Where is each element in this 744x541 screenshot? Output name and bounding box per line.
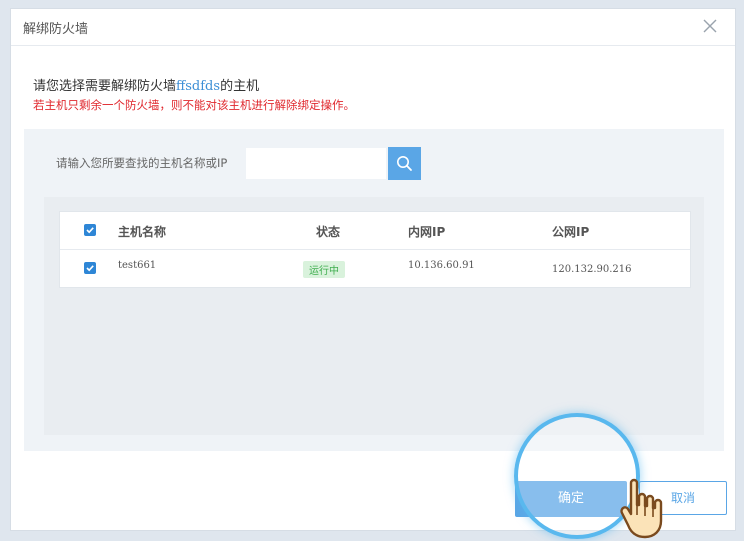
close-icon[interactable] [701,17,719,35]
private-ip-cell: 10.136.60.91 [408,260,475,271]
row-checkbox[interactable] [84,262,96,274]
column-header-public-ip: 公网IP [552,225,590,239]
firewall-name: ffsdfds [176,79,221,94]
table-row[interactable]: test661 运行中 10.136.60.91 120.132.90.216 [60,250,690,287]
check-icon [86,265,94,272]
select-all-checkbox[interactable] [84,224,96,236]
host-selection-panel: 请输入您所要查找的主机名称或IP 主机名称 状态 内网IP 公网IP test6… [24,129,724,451]
dialog-titlebar: 解绑防火墙 [11,9,735,46]
dialog-heading: 请您选择需要解绑防火墙ffsdfds的主机 [33,75,259,94]
check-icon [86,227,94,234]
host-name-cell: test661 [118,260,157,271]
heading-suffix: 的主机 [220,79,260,94]
search-label: 请输入您所要查找的主机名称或IP [56,156,228,170]
confirm-button[interactable]: 确定 [515,481,627,517]
column-header-private-ip: 内网IP [408,225,446,239]
host-table: 主机名称 状态 内网IP 公网IP test661 运行中 10.136.60.… [59,211,691,288]
heading-prefix: 请您选择需要解绑防火墙 [33,79,177,94]
column-header-status: 状态 [316,225,341,239]
table-header-row: 主机名称 状态 内网IP 公网IP [60,212,690,250]
public-ip-cell: 120.132.90.216 [552,264,632,275]
status-badge: 运行中 [303,261,345,278]
table-container: 主机名称 状态 内网IP 公网IP test661 运行中 10.136.60.… [44,197,704,435]
unbind-firewall-dialog: 解绑防火墙 请您选择需要解绑防火墙ffsdfds的主机 若主机只剩余一个防火墙，… [10,8,736,539]
search-button[interactable] [388,147,421,180]
search-icon [397,156,412,171]
warning-text: 若主机只剩余一个防火墙，则不能对该主机进行解除绑定操作。 [33,98,355,112]
dialog-title: 解绑防火墙 [23,22,89,37]
column-header-host-name: 主机名称 [118,225,167,239]
search-input[interactable] [246,148,386,179]
cancel-button[interactable]: 取消 [639,481,727,515]
